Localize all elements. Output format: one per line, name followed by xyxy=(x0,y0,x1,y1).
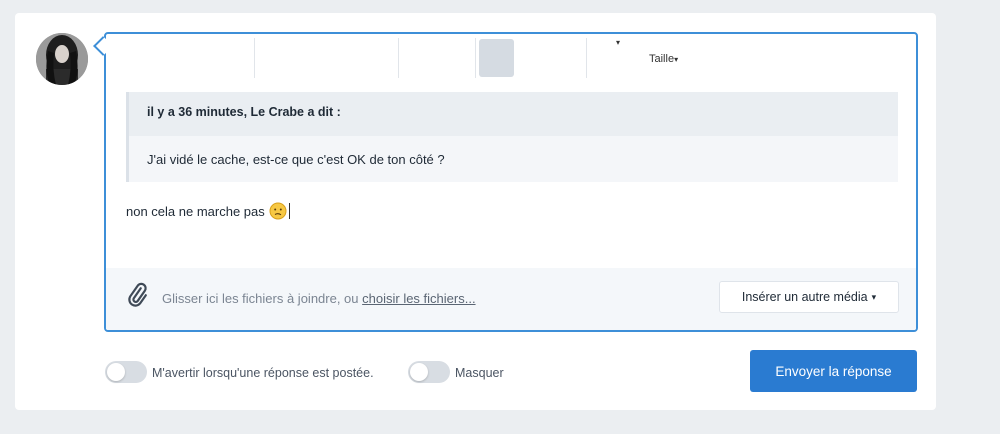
text-cursor xyxy=(288,203,290,219)
hide-toggle[interactable] xyxy=(408,361,450,383)
reply-text: non cela ne marche pas xyxy=(126,203,265,219)
attachment-prompt-text: Glisser ici les fichiers à joindre, ou xyxy=(162,291,363,306)
toggle-knob xyxy=(107,363,125,381)
avatar[interactable] xyxy=(36,33,88,85)
paperclip-icon xyxy=(124,282,150,313)
toolbar-button-active[interactable] xyxy=(479,39,514,77)
toolbar-separator xyxy=(586,38,587,78)
quote-block: il y a 36 minutes, Le Crabe a dit : J'ai… xyxy=(126,92,898,182)
notify-label: M'avertir lorsqu'une réponse est postée. xyxy=(152,366,374,380)
toolbar-separator xyxy=(475,38,476,78)
attachment-dropzone[interactable]: Glisser ici les fichiers à joindre, ou c… xyxy=(106,268,916,330)
send-reply-button[interactable]: Envoyer la réponse xyxy=(750,350,917,392)
reply-editor[interactable]: ▾ Taille▾ il y a 36 minutes, Le Crabe a … xyxy=(104,32,918,332)
hide-label: Masquer xyxy=(455,366,504,380)
avatar-image xyxy=(36,33,88,85)
font-size-dropdown[interactable]: Taille▾ xyxy=(649,53,678,65)
reply-text-area[interactable]: non cela ne marche pas xyxy=(126,202,290,220)
toolbar-dropdown-caret[interactable]: ▾ xyxy=(616,38,620,47)
confused-face-icon xyxy=(269,202,287,220)
attachment-prompt: Glisser ici les fichiers à joindre, ou c… xyxy=(162,291,476,306)
toolbar-separator xyxy=(254,38,255,78)
insert-media-label: Insérer un autre média xyxy=(741,290,868,304)
quote-text: J'ai vidé le cache, est-ce que c'est OK … xyxy=(147,152,445,167)
quote-header: il y a 36 minutes, Le Crabe a dit : xyxy=(129,92,898,136)
insert-media-button[interactable]: Insérer un autre média ▾ xyxy=(719,281,899,313)
font-size-label: Taille xyxy=(649,53,675,65)
editor-toolbar: ▾ Taille▾ xyxy=(106,34,916,80)
notify-toggle[interactable] xyxy=(105,361,147,383)
toggle-knob xyxy=(410,363,428,381)
choose-files-link[interactable]: choisir les fichiers... xyxy=(362,291,475,306)
chevron-down-icon: ▾ xyxy=(871,291,877,302)
toolbar-separator xyxy=(398,38,399,78)
chevron-down-icon: ▾ xyxy=(674,55,679,64)
